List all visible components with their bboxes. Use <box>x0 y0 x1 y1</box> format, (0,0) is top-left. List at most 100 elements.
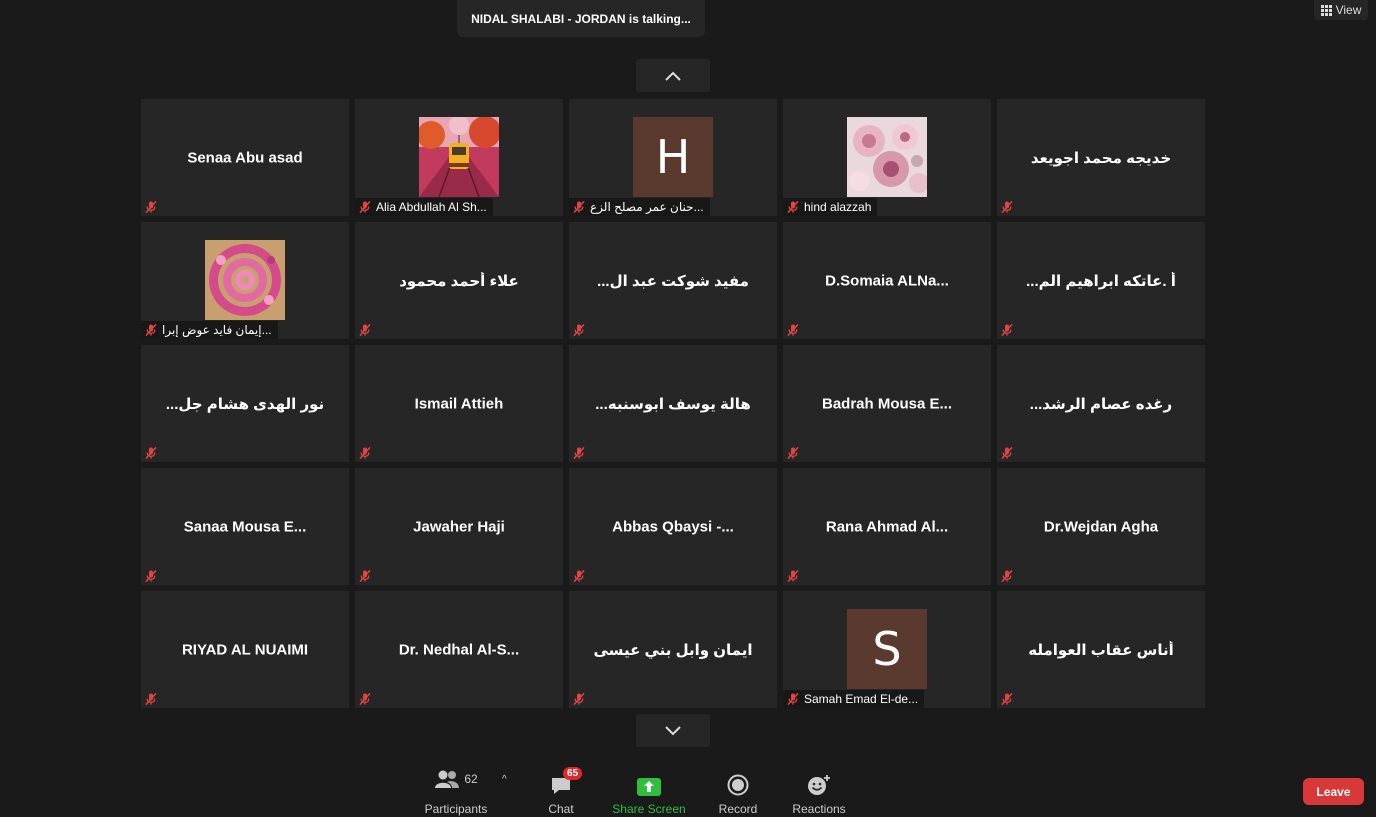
participant-name: هالة يوسف ابوسنبه... <box>595 395 751 413</box>
participant-tile[interactable]: hind alazzah <box>783 99 991 216</box>
participant-tile[interactable]: ايمان وابل بني عيسى <box>569 591 777 708</box>
participant-name-label: حنان عمر مصلح الزع... <box>590 200 704 214</box>
participant-avatar-photo <box>205 240 285 320</box>
participant-tile[interactable]: Rana Ahmad Al... <box>783 468 991 585</box>
participants-button[interactable]: 62 Participants <box>425 760 487 816</box>
participant-name-tag: إيمان فايد عوض إبرا... <box>141 321 278 339</box>
leave-button[interactable]: Leave <box>1303 778 1364 805</box>
participant-tile[interactable]: S Samah Emad El-de... <box>783 591 991 708</box>
participant-name: Senaa Abu asad <box>187 149 303 166</box>
participant-name: أ .عاتكه ابراهيم الم... <box>1026 272 1176 290</box>
participant-name: Dr.Wejdan Agha <box>1043 518 1159 535</box>
participant-name-tag: حنان عمر مصلح الزع... <box>569 198 710 216</box>
participant-tile[interactable]: RIYAD AL NUAIMI <box>141 591 349 708</box>
participant-tile[interactable]: Ismail Attieh <box>355 345 563 462</box>
participant-name: Dr. Nedhal Al-S... <box>398 641 520 658</box>
participant-name: Ismail Attieh <box>414 395 504 412</box>
participant-tile[interactable]: إيمان فايد عوض إبرا... <box>141 222 349 339</box>
muted-microphone-icon <box>358 692 372 706</box>
muted-microphone-icon <box>572 692 586 706</box>
muted-microphone-icon <box>1000 446 1014 460</box>
participants-icon <box>435 770 460 788</box>
participant-name: D.Somaia ALNa... <box>825 272 949 289</box>
chat-unread-badge: 65 <box>563 767 583 780</box>
participants-options-caret-icon[interactable]: ^ <box>502 774 507 785</box>
avatar-initial: S <box>872 622 902 676</box>
participant-tile[interactable]: D.Somaia ALNa... <box>783 222 991 339</box>
participant-tile[interactable]: خديجه محمد اجويعد <box>997 99 1205 216</box>
muted-microphone-icon <box>1000 569 1014 583</box>
participant-avatar-photo <box>847 117 927 197</box>
chevron-down-icon <box>665 725 681 735</box>
zoom-meeting-window: NIDAL SHALABI - JORDAN is talking... Vie… <box>0 0 1376 817</box>
participant-tile[interactable]: Alia Abdullah Al Sh... <box>355 99 563 216</box>
leave-button-label: Leave <box>1316 784 1351 799</box>
participant-tile[interactable]: Abbas Qbaysi -... <box>569 468 777 585</box>
participant-tile[interactable]: Dr.Wejdan Agha <box>997 468 1205 585</box>
participant-name: مفيد شوكت عبد ال... <box>597 272 749 290</box>
participant-tile[interactable]: أناس عقاب العوامله <box>997 591 1205 708</box>
muted-microphone-icon <box>1000 692 1014 706</box>
participant-name-label: Alia Abdullah Al Sh... <box>376 200 487 214</box>
participant-tile[interactable]: علاء أحمد محمود <box>355 222 563 339</box>
participant-avatar-photo <box>419 117 499 197</box>
participant-name: Abbas Qbaysi -... <box>612 518 734 535</box>
participant-tile[interactable]: Jawaher Haji <box>355 468 563 585</box>
talking-indicator: NIDAL SHALABI - JORDAN is talking... <box>457 0 705 37</box>
meeting-toolbar: 62 Participants ^ 65 Chat Share Screen R… <box>0 760 1376 817</box>
participant-name: علاء أحمد محمود <box>399 272 519 290</box>
participant-tile[interactable]: Dr. Nedhal Al-S... <box>355 591 563 708</box>
chat-button[interactable]: 65 Chat <box>538 760 584 816</box>
participant-avatar: H <box>633 117 713 197</box>
record-button[interactable]: Record <box>716 760 760 816</box>
participant-tile[interactable]: هالة يوسف ابوسنبه... <box>569 345 777 462</box>
participant-avatar: S <box>847 609 927 689</box>
participant-name-tag: hind alazzah <box>783 198 878 216</box>
participant-tile[interactable]: Senaa Abu asad <box>141 99 349 216</box>
participant-name-tag: Samah Emad El-de... <box>783 690 925 708</box>
participant-name: Sanaa Mousa E... <box>183 518 307 535</box>
muted-microphone-icon <box>358 446 372 460</box>
muted-microphone-icon <box>572 200 586 214</box>
next-page-button[interactable] <box>636 714 710 747</box>
participant-name-label: Samah Emad El-de... <box>804 692 919 706</box>
view-button-label: View <box>1335 3 1362 17</box>
participant-name: Jawaher Haji <box>413 518 505 535</box>
participant-tile[interactable]: مفيد شوكت عبد ال... <box>569 222 777 339</box>
share-screen-button[interactable]: Share Screen <box>612 760 686 816</box>
participant-tile[interactable]: نور الهدى هشام جل... <box>141 345 349 462</box>
grid-view-icon <box>1320 4 1332 16</box>
participant-name-tag: Alia Abdullah Al Sh... <box>355 198 493 216</box>
participant-tile[interactable]: H حنان عمر مصلح الزع... <box>569 99 777 216</box>
muted-microphone-icon <box>144 446 158 460</box>
participant-gallery: Senaa Abu asad Alia Abdullah Al Sh... H حنا… <box>141 99 1205 708</box>
participant-name: أناس عقاب العوامله <box>1028 641 1174 659</box>
record-icon <box>727 774 749 796</box>
muted-microphone-icon <box>1000 200 1014 214</box>
muted-microphone-icon <box>358 200 372 214</box>
participant-name: نور الهدى هشام جل... <box>165 395 325 413</box>
participant-tile[interactable]: أ .عاتكه ابراهيم الم... <box>997 222 1205 339</box>
participant-name: ايمان وابل بني عيسى <box>593 641 753 659</box>
reactions-button[interactable]: Reactions <box>790 760 848 816</box>
participant-name-label: hind alazzah <box>804 200 872 214</box>
muted-microphone-icon <box>572 569 586 583</box>
muted-microphone-icon <box>144 200 158 214</box>
muted-microphone-icon <box>144 692 158 706</box>
participant-tile[interactable]: Badrah Mousa E... <box>783 345 991 462</box>
muted-microphone-icon <box>572 323 586 337</box>
participants-label: Participants <box>424 802 488 816</box>
share-screen-label: Share Screen <box>612 802 686 816</box>
muted-microphone-icon <box>144 569 158 583</box>
participant-name: RIYAD AL NUAIMI <box>181 641 309 658</box>
muted-microphone-icon <box>786 200 800 214</box>
record-label: Record <box>718 802 758 816</box>
chevron-up-icon <box>665 71 681 81</box>
previous-page-button[interactable] <box>636 59 710 92</box>
muted-microphone-icon <box>358 569 372 583</box>
muted-microphone-icon <box>572 446 586 460</box>
chat-label: Chat <box>548 802 574 816</box>
participant-tile[interactable]: رغده عصام الرشد... <box>997 345 1205 462</box>
view-button[interactable]: View <box>1314 0 1368 20</box>
participant-tile[interactable]: Sanaa Mousa E... <box>141 468 349 585</box>
